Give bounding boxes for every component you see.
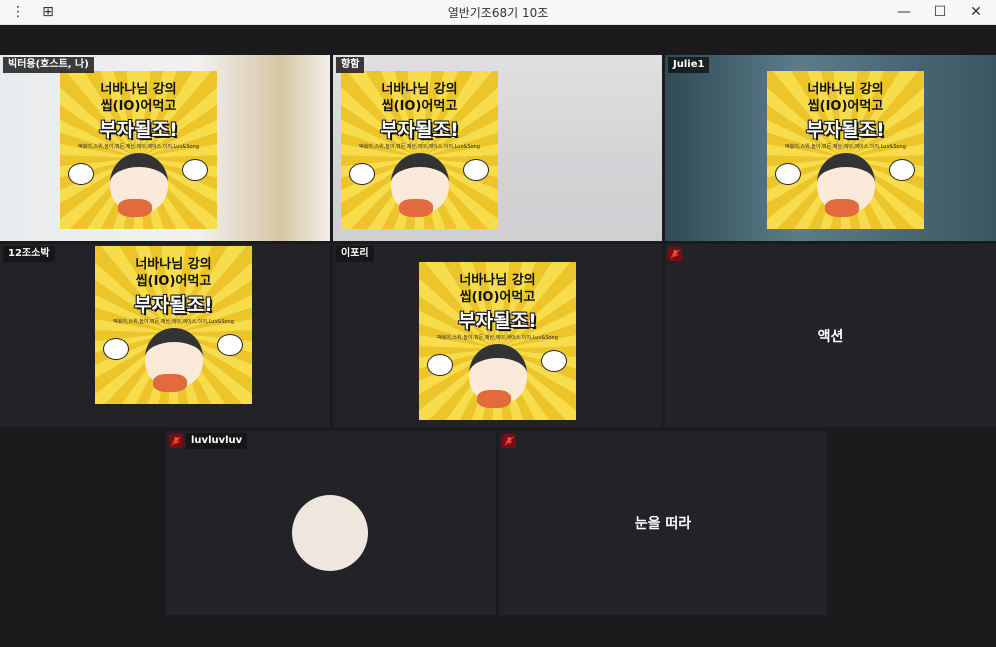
video-tile-victor[interactable]: 빅터용(호스트, 나) 너바나님 강의 씹(IO)어먹고 부자될조! 떡볶이,스… bbox=[0, 55, 330, 241]
chicken-leg bbox=[477, 390, 511, 408]
virtual-background-poster: 너바나님 강의 씹(IO)어먹고 부자될조! 떡볶이,스위,놀이,뭐든,재산,레… bbox=[60, 71, 217, 229]
speech-bubble bbox=[182, 159, 208, 181]
poster-line3: 부자될조! bbox=[134, 294, 213, 316]
poster-line4: 떡볶이,스위,놀이,뭐든,재산,레이,레이스,이지,Luv&Song bbox=[785, 144, 906, 150]
poster-line2: 씹(IO)어먹고 bbox=[381, 99, 458, 114]
speech-bubble bbox=[775, 163, 801, 185]
speech-bubble bbox=[217, 334, 243, 356]
participant-name: 향함 bbox=[336, 57, 365, 73]
video-tile-julie[interactable]: Julie1 너바나님 강의 씹(IO)어먹고 부자될조! 떡볶이,스위,놀이,… bbox=[665, 55, 996, 241]
mic-muted-icon bbox=[668, 247, 682, 261]
mic-muted-icon bbox=[169, 434, 183, 448]
title-bar: ⋮ ⊞ 열반기조68기 10조 — ☐ ✕ bbox=[0, 0, 996, 25]
virtual-background-poster: 너바나님 강의 씹(IO)어먹고 부자될조! 떡볶이,스위,놀이,뭐든,재산,레… bbox=[419, 262, 576, 420]
video-tile-luvluvluv[interactable]: luvluvluv bbox=[166, 431, 496, 615]
poster-line3: 부자될조! bbox=[99, 119, 178, 141]
participant-name: 빅터용(호스트, 나) bbox=[3, 57, 94, 73]
participant-name: Julie1 bbox=[668, 57, 710, 73]
speech-bubble bbox=[68, 163, 94, 185]
speech-bubble bbox=[541, 350, 567, 372]
virtual-background-poster: 너바나님 강의 씹(IO)어먹고 부자될조! 떡볶이,스위,놀이,뭐든,재산,레… bbox=[341, 71, 498, 229]
poster-line4: 떡볶이,스위,놀이,뭐든,재산,레이,레이스,이지,Luv&Song bbox=[437, 335, 558, 341]
poster-line2: 씹(IO)어먹고 bbox=[807, 99, 884, 114]
poster-line2: 씹(IO)어먹고 bbox=[100, 99, 177, 114]
speech-bubble bbox=[103, 338, 129, 360]
video-tile-action[interactable]: 액션 bbox=[665, 244, 996, 427]
poster-line4: 떡볶이,스위,놀이,뭐든,재산,레이,레이스,이지,Luv&Song bbox=[359, 144, 480, 150]
chicken-leg bbox=[118, 199, 152, 217]
minimize-icon[interactable]: — bbox=[886, 0, 922, 24]
speech-bubble bbox=[349, 163, 375, 185]
speech-bubble bbox=[427, 354, 453, 376]
virtual-background-poster: 너바나님 강의 씹(IO)어먹고 부자될조! 떡볶이,스위,놀이,뭐든,재산,레… bbox=[767, 71, 924, 229]
video-grid: 빅터용(호스트, 나) 너바나님 강의 씹(IO)어먹고 부자될조! 떡볶이,스… bbox=[0, 25, 996, 647]
video-tile-nuneul[interactable]: 눈을 떠라 bbox=[499, 431, 827, 615]
participant-name: 액션 bbox=[817, 328, 844, 345]
participant-name: 이포리 bbox=[336, 246, 374, 262]
chicken-leg bbox=[399, 199, 433, 217]
poster-line3: 부자될조! bbox=[380, 119, 459, 141]
speech-bubble bbox=[889, 159, 915, 181]
participant-name: luvluvluv bbox=[186, 433, 248, 449]
window-title: 열반기조68기 10조 bbox=[447, 6, 549, 20]
virtual-background-poster: 너바나님 강의 씹(IO)어먹고 부자될조! 떡볶이,스위,놀이,뭐든,재산,레… bbox=[95, 246, 252, 404]
avatar bbox=[292, 495, 368, 571]
speech-bubble bbox=[463, 159, 489, 181]
poster-line4: 떡볶이,스위,놀이,뭐든,재산,레이,레이스,이지,Luv&Song bbox=[113, 319, 234, 325]
poster-line3: 부자될조! bbox=[458, 310, 537, 332]
mic-muted-icon bbox=[502, 434, 516, 448]
video-tile-ipori[interactable]: 이포리 너바나님 강의 씹(IO)어먹고 부자될조! 떡볶이,스위,놀이,뭐든,… bbox=[333, 244, 662, 427]
poster-line3: 부자될조! bbox=[806, 119, 885, 141]
participant-name: 12조소박 bbox=[3, 246, 55, 262]
poster-line2: 씹(IO)어먹고 bbox=[459, 290, 536, 305]
video-tile-12jo[interactable]: 12조소박 너바나님 강의 씹(IO)어먹고 부자될조! 떡볶이,스위,놀이,뭐… bbox=[0, 244, 330, 427]
chicken-leg bbox=[825, 199, 859, 217]
chicken-leg bbox=[153, 374, 187, 392]
poster-line2: 씹(IO)어먹고 bbox=[135, 274, 212, 289]
close-icon[interactable]: ✕ bbox=[958, 0, 994, 24]
participant-name: 눈을 떠라 bbox=[634, 516, 692, 532]
video-tile-hyangham[interactable]: 향함 너바나님 강의 씹(IO)어먹고 부자될조! 떡볶이,스위,놀이,뭐든,재… bbox=[333, 55, 662, 241]
maximize-icon[interactable]: ☐ bbox=[922, 0, 958, 24]
poster-line4: 떡볶이,스위,놀이,뭐든,재산,레이,레이스,이지,Luv&Song bbox=[78, 144, 199, 150]
